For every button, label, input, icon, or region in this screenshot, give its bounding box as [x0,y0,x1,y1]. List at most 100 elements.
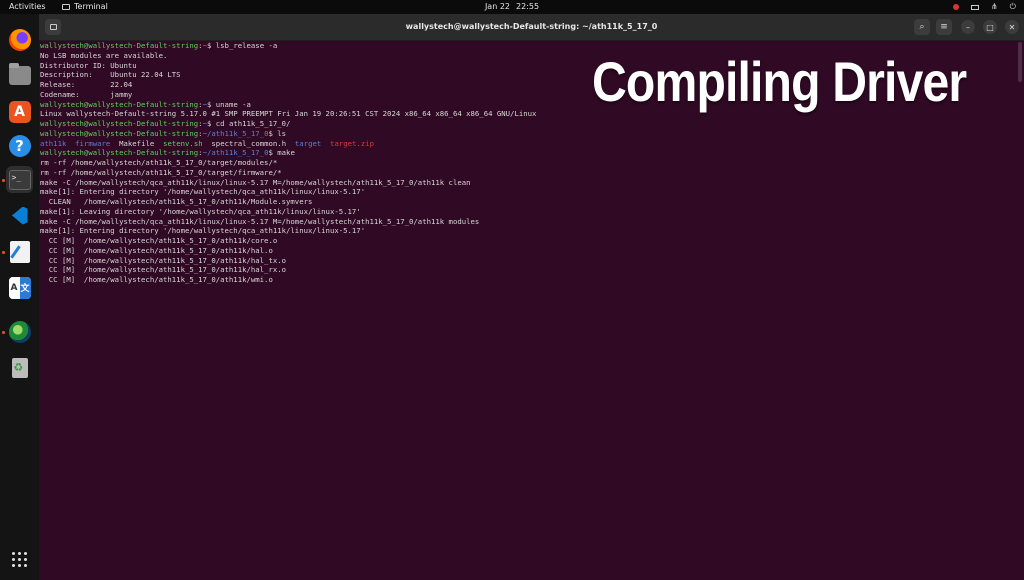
top-bar: Activities Terminal Jan 22 22:55 ⋔ ⏻ [0,0,1024,14]
ls-entry: spectral_common.h [211,138,287,148]
output-text: rm -rf /home/wallystech/ath11k_5_17_0/ta… [40,167,282,177]
terminal-line: CC [M] /home/wallystech/ath11k_5_17_0/at… [40,236,1018,246]
terminal-line: make[1]: Leaving directory '/home/wallys… [40,207,1018,217]
output-text: Description: Ubuntu 22.04 LTS [40,70,181,80]
text-editor-icon [9,240,30,263]
video-caption: Compiling Driver [592,50,967,113]
clock-time: 22:55 [516,2,540,11]
scrollbar[interactable] [1018,42,1022,578]
menu-button[interactable]: ≡ [936,19,952,35]
terminal-line: make -C /home/wallystech/qca_ath11k/linu… [40,217,1018,227]
globe-icon [8,320,31,343]
ls-entry: ath11k [40,138,67,148]
output-text: rm -rf /home/wallystech/ath11k_5_17_0/ta… [40,158,278,167]
ls-entry: target [294,138,322,148]
command-text: lsb_release -a [215,41,278,50]
output-text: Distributor ID: Ubuntu [40,60,137,70]
output-text: No LSB modules are available. [40,50,168,60]
output-text: CC [M] /home/wallystech/ath11k_5_17_0/at… [40,236,278,245]
terminal-line: CC [M] /home/wallystech/ath11k_5_17_0/at… [40,275,1018,285]
dock-globe-app[interactable] [6,318,33,345]
clock-date: Jan 22 [484,2,510,11]
output-text: CC [M] /home/wallystech/ath11k_5_17_0/at… [40,245,273,255]
prompt-user-host: wallystech@wallystech-Default-string [40,119,199,128]
help-icon: ? [8,134,31,157]
translate-icon: A文 [8,276,31,299]
prompt-user-host: wallystech@wallystech-Default-string [40,41,199,50]
dock-text-editor[interactable] [6,238,33,265]
terminal-line: CLEAN /home/wallystech/ath11k_5_17_0/ath… [40,197,1018,207]
dock-vscode[interactable] [6,202,33,229]
dock-files[interactable] [6,62,33,89]
terminal-line: rm -rf /home/wallystech/ath11k_5_17_0/ta… [40,158,1018,168]
output-text: make -C /home/wallystech/qca_ath11k/linu… [40,216,480,226]
output-text: CC [M] /home/wallystech/ath11k_5_17_0/at… [40,255,287,265]
dock-translate[interactable]: A文 [6,274,33,301]
show-apps-button[interactable] [6,546,33,573]
ls-entry: Makefile [119,138,155,148]
output-text: Linux wallystech-Default-string 5.17.0 #… [40,109,537,119]
app-grid-icon [12,552,27,567]
search-button[interactable]: ⌕ [914,19,930,35]
maximize-button[interactable]: □ [983,20,997,34]
output-text: Codename: jammy [40,89,133,99]
files-folder-icon [8,63,31,85]
prompt-symbol: $ [268,128,278,138]
vscode-icon [9,205,31,227]
command-text: uname -a [215,99,251,109]
output-text: Release: 22.04 [40,80,133,89]
dock-help[interactable]: ? [6,132,33,159]
terminal-icon: >_ [8,169,31,190]
dock-trash[interactable] [6,354,33,381]
minimize-button[interactable]: – [961,20,975,34]
output-text: CC [M] /home/wallystech/ath11k_5_17_0/at… [40,265,287,275]
prompt-symbol: $ [206,119,216,128]
terminal-line: rm -rf /home/wallystech/ath11k_5_17_0/ta… [40,168,1018,178]
minimize-icon: – [966,22,970,32]
window-headerbar[interactable]: wallystech@wallystech-Default-string: ~/… [39,14,1024,41]
system-tray[interactable]: ⋔ ⏻ [952,0,1016,14]
close-icon: ✕ [1008,22,1016,32]
command-text: cd ath11k_5_17_0/ [215,119,291,128]
terminal-line: make[1]: Entering directory '/home/wally… [40,226,1018,236]
prompt-symbol: $ [206,99,216,109]
terminal-line: CC [M] /home/wallystech/ath11k_5_17_0/at… [40,265,1018,275]
terminal-line: CC [M] /home/wallystech/ath11k_5_17_0/at… [40,246,1018,256]
running-indicator [2,331,5,334]
hamburger-menu-icon: ≡ [940,22,948,32]
window-title: wallystech@wallystech-Default-string: ~/… [405,22,658,31]
command-text: ls [277,128,287,138]
output-text: make[1]: Leaving directory '/home/wallys… [40,206,361,216]
output-text: make[1]: Entering directory '/home/wally… [40,187,366,197]
trash-icon [11,357,28,378]
prompt-symbol: $ [268,148,278,158]
terminal-line: wallystech@wallystech-Default-string:~/a… [40,129,1018,139]
output-text: make[1]: Entering directory '/home/wally… [40,226,366,236]
dock-app-center[interactable]: A [6,98,33,125]
terminal-line: make[1]: Entering directory '/home/wally… [40,187,1018,197]
prompt-user-host: wallystech@wallystech-Default-string [40,148,199,158]
scrollbar-thumb[interactable] [1018,42,1022,82]
prompt-user-host: wallystech@wallystech-Default-string [40,99,199,109]
output-text: CC [M] /home/wallystech/ath11k_5_17_0/at… [40,275,273,284]
terminal-line: make -C /home/wallystech/qca_ath11k/linu… [40,178,1018,188]
power-icon[interactable]: ⏻ [1010,0,1016,14]
terminal-line: wallystech@wallystech-Default-string:~/a… [40,148,1018,158]
terminal-line: ath11k firmware Makefile setenv.sh spect… [40,139,1018,149]
network-icon[interactable]: ⋔ [991,0,998,14]
ls-entry: firmware [75,138,111,148]
output-text: make -C /home/wallystech/qca_ath11k/linu… [40,177,471,187]
dock-firefox[interactable] [6,26,33,53]
clock[interactable]: Jan 22 22:55 [0,0,1024,14]
prompt-user-host: wallystech@wallystech-Default-string [40,128,199,138]
running-indicator [2,179,5,182]
screen-icon[interactable] [970,4,979,10]
record-indicator-icon[interactable] [952,4,959,10]
terminal-line: CC [M] /home/wallystech/ath11k_5_17_0/at… [40,256,1018,266]
command-text: make [277,148,295,158]
dock-terminal[interactable]: >_ [6,166,33,193]
firefox-icon [8,28,31,51]
close-button[interactable]: ✕ [1005,20,1019,34]
maximize-icon: □ [986,22,994,32]
prompt-path: ~/ath11k_5_17_0 [202,148,269,158]
